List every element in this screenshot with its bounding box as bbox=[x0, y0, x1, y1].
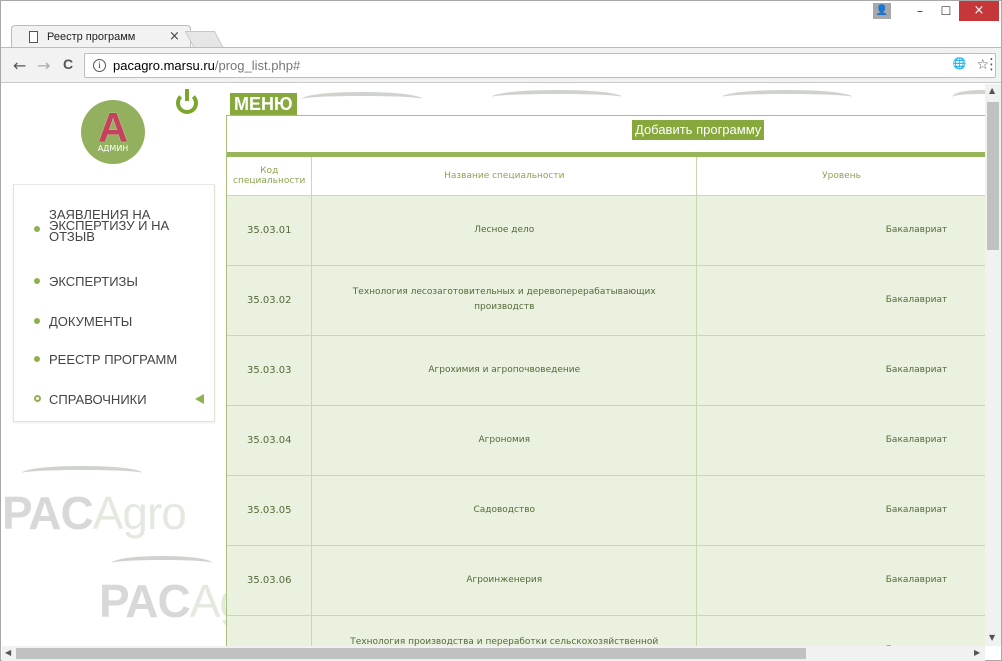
bg-swoosh bbox=[22, 466, 142, 480]
bg-swoosh bbox=[722, 90, 852, 104]
scroll-down-icon[interactable]: ▼ bbox=[989, 633, 995, 642]
cell-code: 35.03.06 bbox=[227, 545, 313, 616]
programs-table: Код специальности Название специальности… bbox=[227, 157, 985, 646]
horizontal-scroll-thumb[interactable] bbox=[16, 648, 806, 659]
sidebar-item-references[interactable]: СПРАВОЧНИКИ bbox=[14, 389, 214, 409]
address-bar[interactable]: i pacagro.marsu.ru/prog_list.php# 🌐 ☆ bbox=[84, 53, 996, 78]
window-controls: 👤 – ☐ × bbox=[873, 1, 999, 21]
url-text[interactable]: pacagro.marsu.ru/prog_list.php# bbox=[113, 58, 300, 73]
cell-name: Агрохимия и агропочвоведение bbox=[311, 335, 698, 406]
bullet-icon bbox=[34, 395, 41, 402]
scroll-right-icon[interactable]: ▶ bbox=[974, 648, 980, 657]
sidebar-header: A АДМИН bbox=[2, 84, 214, 184]
tab-title: Реестр программ bbox=[47, 31, 136, 43]
cell-code: 35.03.04 bbox=[227, 405, 313, 476]
table-row[interactable]: 35.03.01 Лесное дело Бакалавриат bbox=[227, 195, 985, 266]
bg-swoosh bbox=[112, 556, 212, 570]
table-row[interactable]: 35.03.06 Агроинженерия Бакалавриат bbox=[227, 545, 985, 616]
column-header-name[interactable]: Название специальности bbox=[311, 157, 698, 196]
expand-arrow-icon[interactable] bbox=[195, 394, 204, 404]
bg-swoosh bbox=[952, 90, 985, 104]
cell-code: 35.03.03 bbox=[227, 335, 313, 406]
table-header-row: Код специальности Название специальности… bbox=[227, 157, 985, 196]
sidebar-item-label: ЗАЯВЛЕНИЯ НА ЭКСПЕРТИЗУ И НА ОТЗЫВ bbox=[49, 207, 170, 244]
scroll-left-icon[interactable]: ◀ bbox=[5, 648, 11, 657]
forward-button[interactable]: → bbox=[37, 56, 50, 75]
url-host: pacagro.marsu.ru bbox=[113, 58, 215, 73]
translate-icon[interactable]: 🌐 bbox=[953, 57, 967, 73]
table-row[interactable]: 35.03.02 Технология лесозаготовительных … bbox=[227, 265, 985, 336]
cell-code: 35.03.02 bbox=[227, 265, 313, 336]
table-row[interactable]: 35.03.07 Технология производства и перер… bbox=[227, 615, 985, 646]
sidebar-item-expertise[interactable]: ЭКСПЕРТИЗЫ bbox=[14, 271, 214, 291]
reload-button[interactable]: C bbox=[63, 56, 73, 72]
cell-name: Технология производства и переработки се… bbox=[311, 615, 698, 646]
bullet-icon bbox=[34, 318, 40, 324]
cell-level: Бакалавриат bbox=[696, 405, 985, 476]
user-profile-icon[interactable]: 👤 bbox=[873, 3, 891, 19]
cell-level: Бакалавриат bbox=[696, 545, 985, 616]
sidebar-item-label: РЕЕСТР ПРОГРАММ bbox=[49, 352, 178, 367]
cell-name: Агроинженерия bbox=[311, 545, 698, 616]
cell-level: Бакалавриат bbox=[696, 195, 985, 266]
sidebar-item-applications[interactable]: ЗАЯВЛЕНИЯ НА ЭКСПЕРТИЗУ И НА ОТЗЫВ bbox=[14, 205, 214, 253]
column-header-code[interactable]: Код специальности bbox=[227, 157, 313, 196]
cell-name: Технология лесозаготовительных и деревоп… bbox=[311, 265, 698, 336]
cell-level: Бакалавриат bbox=[696, 335, 985, 406]
bullet-icon bbox=[34, 226, 40, 232]
vertical-scrollbar[interactable]: ▲ ▼ bbox=[985, 84, 1001, 646]
close-window-button[interactable]: × bbox=[959, 1, 999, 21]
bg-swoosh bbox=[492, 90, 622, 104]
browser-menu-icon[interactable]: ⋮ bbox=[984, 55, 999, 73]
browser-window: Реестр программ × 👤 – ☐ × ← → C i pacagr… bbox=[0, 0, 1002, 661]
bg-logo: PACAgro bbox=[2, 487, 187, 539]
table-row[interactable]: 35.03.03 Агрохимия и агропочвоведение Ба… bbox=[227, 335, 985, 406]
main-panel: Добавить программу Код специальности Наз… bbox=[226, 115, 985, 646]
url-path: /prog_list.php# bbox=[214, 58, 301, 73]
minimize-button[interactable]: – bbox=[907, 2, 933, 20]
avatar-role: АДМИН bbox=[97, 144, 129, 153]
cell-level: Бакалавриат bbox=[696, 615, 985, 646]
avatar[interactable]: A АДМИН bbox=[81, 100, 145, 164]
scroll-up-icon[interactable]: ▲ bbox=[989, 86, 995, 95]
cell-name: Садоводство bbox=[311, 475, 698, 546]
cell-code: 35.03.01 bbox=[227, 195, 313, 266]
sidebar-item-label: ДОКУМЕНТЫ bbox=[49, 314, 133, 329]
menu-badge[interactable]: МЕНЮ bbox=[230, 93, 297, 116]
title-bar: Реестр программ × 👤 – ☐ × bbox=[1, 1, 1001, 48]
cell-code: 35.03.05 bbox=[227, 475, 313, 546]
sidebar-item-label: СПРАВОЧНИКИ bbox=[49, 392, 147, 407]
bg-swoosh bbox=[302, 92, 422, 106]
sidebar-menu: ЗАЯВЛЕНИЯ НА ЭКСПЕРТИЗУ И НА ОТЗЫВ ЭКСПЕ… bbox=[13, 184, 215, 422]
column-header-level[interactable]: Уровень bbox=[696, 157, 985, 196]
vertical-scroll-thumb[interactable] bbox=[987, 102, 999, 250]
page-viewport: PACAgro PACAgro A АДМИН ЗАЯВЛЕНИЯ НА ЭКС… bbox=[2, 84, 985, 646]
table-row[interactable]: 35.03.04 Агрономия Бакалавриат bbox=[227, 405, 985, 476]
cell-code: 35.03.07 bbox=[227, 615, 313, 646]
back-button[interactable]: ← bbox=[13, 56, 26, 75]
bullet-icon bbox=[34, 356, 40, 362]
cell-name: Агрономия bbox=[311, 405, 698, 476]
horizontal-scrollbar[interactable]: ◀ ▶ bbox=[2, 646, 985, 661]
cell-level: Бакалавриат bbox=[696, 475, 985, 546]
page-icon bbox=[29, 31, 38, 43]
sidebar-item-label: ЭКСПЕРТИЗЫ bbox=[49, 274, 138, 289]
bullet-icon bbox=[34, 278, 40, 284]
maximize-button[interactable]: ☐ bbox=[933, 2, 959, 20]
sidebar-item-program-registry[interactable]: РЕЕСТР ПРОГРАММ bbox=[14, 349, 214, 369]
table-row[interactable]: 35.03.05 Садоводство Бакалавриат bbox=[227, 475, 985, 546]
power-icon-bar bbox=[185, 89, 189, 101]
add-program-button[interactable]: Добавить программу bbox=[632, 120, 765, 140]
table-body: 35.03.01 Лесное дело Бакалавриат 35.03.0… bbox=[227, 195, 985, 646]
browser-toolbar: ← → C i pacagro.marsu.ru/prog_list.php# … bbox=[1, 47, 1001, 83]
cell-name: Лесное дело bbox=[311, 195, 698, 266]
main-header: Добавить программу bbox=[227, 115, 985, 152]
sidebar-item-documents[interactable]: ДОКУМЕНТЫ bbox=[14, 311, 214, 331]
info-icon[interactable]: i bbox=[93, 59, 106, 72]
cell-level: Бакалавриат bbox=[696, 265, 985, 336]
tab-close-icon[interactable]: × bbox=[169, 29, 180, 44]
